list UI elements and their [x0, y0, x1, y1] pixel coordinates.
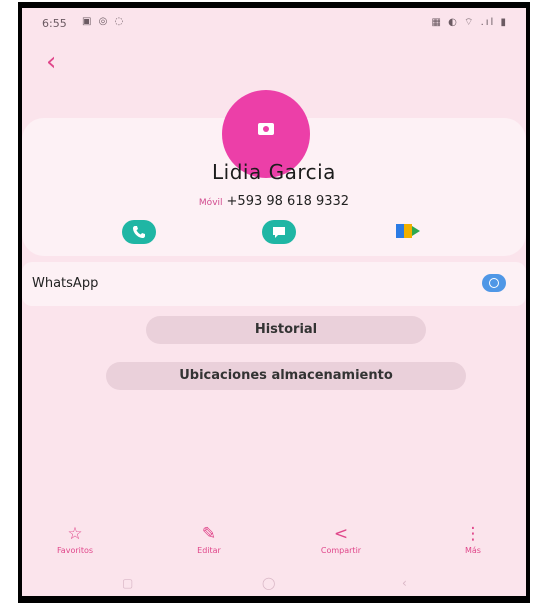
recents-icon[interactable]: ▢: [122, 576, 133, 590]
system-navigation-bar: ▢ ◯ ‹: [22, 574, 526, 596]
call-icon: [133, 226, 145, 238]
storage-locations-button[interactable]: Ubicaciones almacenamiento: [106, 362, 466, 390]
contact-phone[interactable]: Móvil +593 98 618 9332: [22, 194, 526, 209]
share-icon: <: [333, 524, 349, 544]
whatsapp-icon[interactable]: [482, 274, 506, 292]
share-button[interactable]: < Compartir: [306, 524, 376, 555]
contact-detail-screen: 6:55 ▣ ◎ ◌ ▦ ◐ ⌔ .ıl ▮ ‹ Lidia Garcia Mó…: [22, 8, 526, 596]
status-time: 6:55: [42, 17, 67, 30]
pencil-icon: ✎: [201, 524, 217, 544]
bottom-action-bar: ☆ Favoritos ✎ Editar < Compartir ⋮ Más: [22, 524, 526, 572]
more-label: Más: [465, 546, 481, 555]
system-status-icons: ▦ ◐ ⌔ .ıl ▮: [431, 17, 508, 28]
back-arrow-icon[interactable]: ‹: [46, 49, 56, 75]
star-icon: ☆: [67, 524, 83, 544]
call-button[interactable]: [122, 220, 156, 244]
message-icon: [273, 227, 285, 238]
phone-type-label: Móvil: [198, 198, 223, 208]
edit-button[interactable]: ✎ Editar: [174, 524, 244, 555]
more-vert-icon: ⋮: [464, 524, 482, 544]
home-icon[interactable]: ◯: [262, 576, 275, 590]
contact-name: Lidia Garcia: [212, 160, 336, 184]
message-button[interactable]: [262, 220, 296, 244]
favorites-button[interactable]: ☆ Favoritos: [40, 524, 110, 555]
whatsapp-label: WhatsApp: [32, 276, 99, 291]
phone-number: +593 98 618 9332: [226, 194, 350, 209]
status-bar: 6:55 ▣ ◎ ◌ ▦ ◐ ⌔ .ıl ▮: [22, 8, 526, 38]
notification-icons: ▣ ◎ ◌: [82, 16, 126, 27]
history-button[interactable]: Historial: [146, 316, 426, 344]
share-label: Compartir: [320, 546, 362, 555]
camera-icon: [258, 123, 274, 135]
whatsapp-row[interactable]: WhatsApp: [22, 262, 526, 306]
google-meet-icon[interactable]: [396, 222, 420, 242]
back-nav-icon[interactable]: ‹: [402, 576, 407, 590]
favorites-label: Favoritos: [56, 546, 94, 555]
more-button[interactable]: ⋮ Más: [438, 524, 508, 555]
edit-label: Editar: [197, 546, 221, 555]
